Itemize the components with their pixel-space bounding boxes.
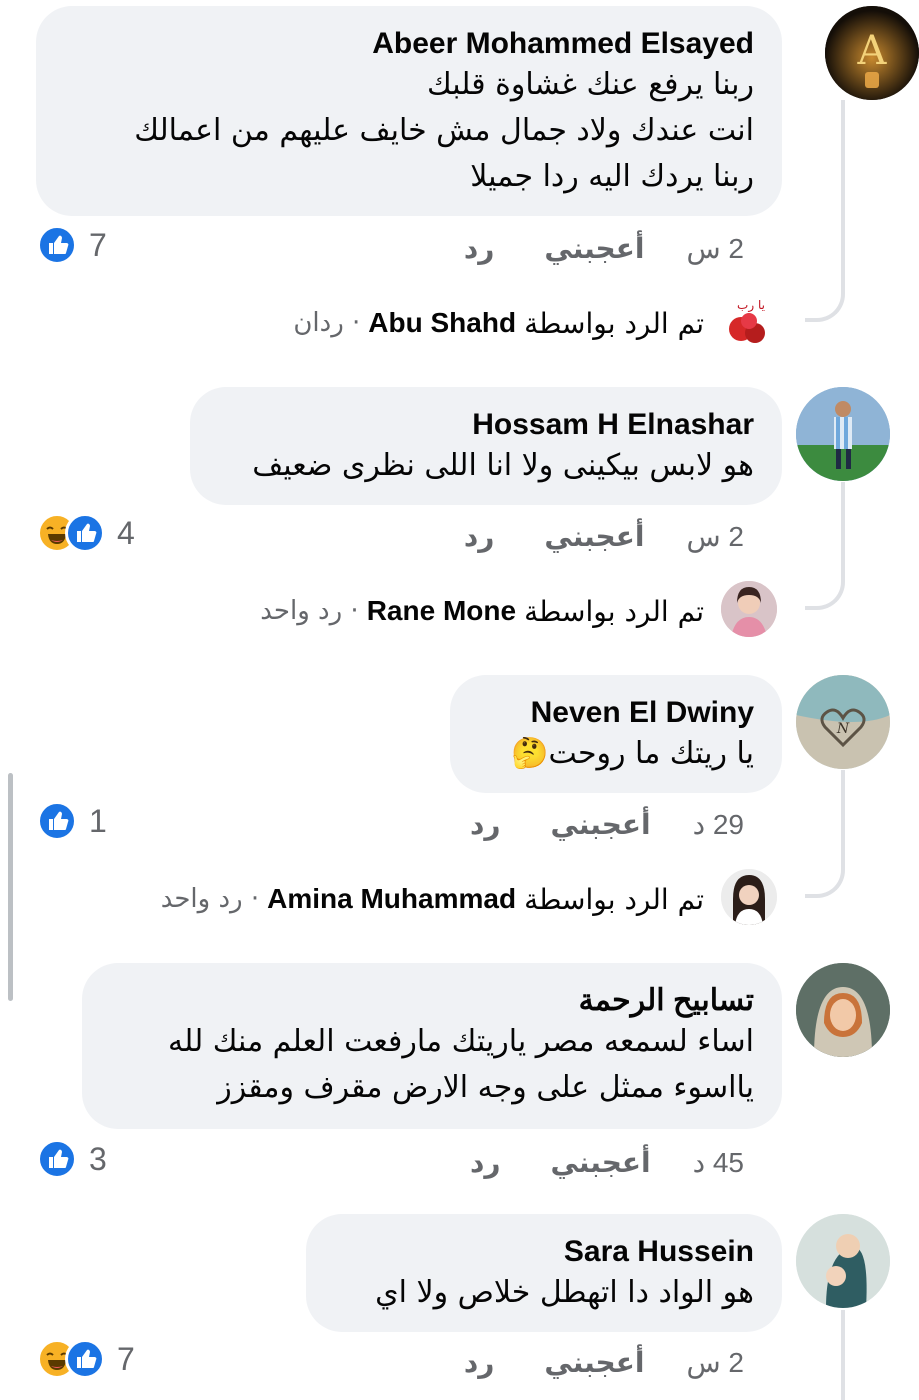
thread-line <box>841 1310 845 1400</box>
scrollbar[interactable] <box>8 773 13 1001</box>
thumbs-up-icon <box>37 1139 77 1179</box>
thumbs-up-icon <box>37 801 77 841</box>
comment-bubble[interactable]: Hossam H Elnashar هو لابس بيكينى ولا انا… <box>190 387 782 505</box>
avatar-amina[interactable] <box>721 869 777 925</box>
reply-button[interactable]: رد <box>470 808 501 841</box>
avatar-tasabeeh[interactable] <box>796 963 890 1057</box>
svg-text:N: N <box>836 721 850 737</box>
thread-connector <box>805 282 845 322</box>
comment-text-line: هو الواد دا اتهطل خلاص ولا اي <box>375 1275 754 1310</box>
reaction-count: 7 <box>117 1340 135 1377</box>
like-button[interactable]: أعجبني <box>544 232 644 265</box>
comment-time[interactable]: 2 س <box>686 232 744 265</box>
thread-line <box>841 482 845 578</box>
comment-author[interactable]: Sara Hussein <box>334 1234 754 1270</box>
reaction-summary[interactable]: 1 <box>37 801 107 841</box>
thread-connector <box>805 570 845 610</box>
thumbs-up-icon <box>65 513 105 553</box>
comment-actions: 29 د أعجبني رد <box>470 804 744 844</box>
reaction-summary[interactable]: 4 <box>37 513 135 553</box>
comment-text-line: يااسوء ممثل على وجه الارض مقرف ومقزز <box>217 1070 754 1105</box>
comment-text-line: اساء لسمعه مصر ياريتك مارفعت العلم منك ل… <box>168 1024 754 1059</box>
avatar-rane-mone[interactable] <box>721 581 777 637</box>
girl-portrait-image <box>721 581 777 637</box>
replies-prefix: تم الرد بواسطة <box>524 594 704 628</box>
avatar-sara[interactable] <box>796 1214 890 1308</box>
comment-author[interactable]: تسابيح الرحمة <box>110 983 754 1019</box>
letter-a-lantern-image: A <box>825 6 919 100</box>
reaction-summary[interactable]: 3 <box>37 1139 107 1179</box>
avatar-neven[interactable]: N <box>796 675 890 769</box>
comment-author[interactable]: Neven El Dwiny <box>478 695 754 731</box>
avatar-abeer[interactable]: A <box>825 6 919 100</box>
comment-bubble[interactable]: Neven El Dwiny يا ريتك ما روحت🤔 <box>450 675 782 793</box>
replies-count: · رد واحد <box>160 884 260 914</box>
view-replies-link[interactable]: تم الرد بواسطة Abu Shahd · ردان <box>293 303 704 343</box>
comment-actions: 45 د أعجبني رد <box>470 1142 744 1182</box>
reply-button[interactable]: رد <box>464 232 495 265</box>
girl-portrait-image <box>721 869 777 925</box>
reaction-count: 7 <box>89 226 107 263</box>
comment-text-line: هو لابس بيكينى ولا انا اللى نظرى ضعيف <box>252 448 754 483</box>
avatar-hossam[interactable] <box>796 387 890 481</box>
replies-prefix: تم الرد بواسطة <box>524 882 704 916</box>
reaction-count: 1 <box>89 802 107 839</box>
replier-name: Amina Muhammad <box>267 883 517 914</box>
svg-text:A: A <box>857 28 888 74</box>
football-player-image <box>796 387 890 481</box>
like-button[interactable]: أعجبني <box>551 1146 651 1179</box>
view-replies-link[interactable]: تم الرد بواسطة Amina Muhammad · رد واحد <box>161 879 704 919</box>
svg-text:يا رب: يا رب <box>737 298 765 313</box>
reply-button[interactable]: رد <box>470 1146 501 1179</box>
comment-actions: 2 س أعجبني رد <box>464 516 744 556</box>
replies-count: · رد واحد <box>260 596 359 626</box>
comment-time[interactable]: 2 س <box>686 520 744 553</box>
comment-actions: 2 س أعجبني رد <box>464 1342 744 1382</box>
thread-line <box>841 100 845 290</box>
thumbs-up-icon <box>37 225 77 265</box>
reply-button[interactable]: رد <box>464 520 495 553</box>
like-button[interactable]: أعجبني <box>544 1346 644 1379</box>
reply-button[interactable]: رد <box>464 1346 495 1379</box>
avatar-abu-shahd[interactable]: يا رب <box>721 293 777 349</box>
reaction-count: 4 <box>117 514 135 551</box>
thumbs-up-icon <box>65 1339 105 1379</box>
like-button[interactable]: أعجبني <box>551 808 651 841</box>
comment-text-line: انت عندك ولاد جمال مش خايف عليهم من اعما… <box>134 113 754 148</box>
hijab-woman-portrait-image <box>796 963 890 1057</box>
thread-connector <box>805 858 845 898</box>
comment-time[interactable]: 45 د <box>693 1146 744 1179</box>
view-replies-link[interactable]: تم الرد بواسطة Rane Mone · رد واحد <box>260 591 704 631</box>
comment-author[interactable]: Abeer Mohammed Elsayed <box>64 26 754 62</box>
comment-text-line: ربنا يردك اليه ردا جميلا <box>470 159 754 194</box>
red-flower-image: يا رب <box>721 293 777 349</box>
reaction-summary[interactable]: 7 <box>37 1339 135 1379</box>
comment-bubble[interactable]: Abeer Mohammed Elsayed ربنا يرفع عنك غشا… <box>36 6 782 216</box>
comment-time[interactable]: 2 س <box>686 1346 744 1379</box>
comment-bubble[interactable]: Sara Hussein هو الواد دا اتهطل خلاص ولا … <box>306 1214 782 1332</box>
comment-text-line: ربنا يرفع عنك غشاوة قلبك <box>426 67 754 102</box>
thread-line <box>841 770 845 866</box>
mother-and-child-illustration-image <box>796 1214 890 1308</box>
comment-actions: 2 س أعجبني رد <box>464 228 744 268</box>
like-button[interactable]: أعجبني <box>544 520 644 553</box>
comment-author[interactable]: Hossam H Elnashar <box>218 407 754 443</box>
reaction-count: 3 <box>89 1140 107 1177</box>
replies-count: · ردان <box>293 308 361 338</box>
replier-name: Abu Shahd <box>368 307 517 338</box>
comment-text-line: يا ريتك ما روحت🤔 <box>511 736 754 771</box>
reaction-summary[interactable]: 7 <box>37 225 107 265</box>
replier-name: Rane Mone <box>366 595 517 626</box>
replies-prefix: تم الرد بواسطة <box>524 306 704 340</box>
comment-bubble[interactable]: تسابيح الرحمة اساء لسمعه مصر ياريتك مارف… <box>82 963 782 1129</box>
heart-in-sand-image: N <box>796 675 890 769</box>
comment-time[interactable]: 29 د <box>693 808 744 841</box>
